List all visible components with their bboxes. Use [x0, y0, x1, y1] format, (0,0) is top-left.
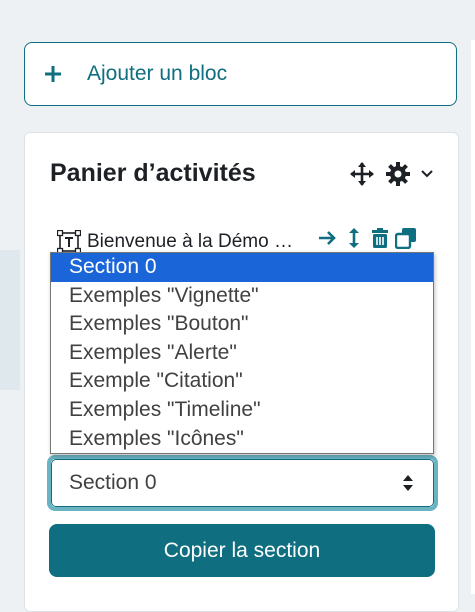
section-option[interactable]: Exemples "Bouton": [51, 310, 433, 339]
background-panel: [0, 250, 20, 390]
add-block-button[interactable]: Ajouter un bloc: [24, 42, 457, 106]
add-block-label: Ajouter un bloc: [87, 62, 228, 85]
block-title: Panier d’activités: [50, 159, 256, 187]
section-option[interactable]: Exemples "Icônes": [51, 425, 433, 454]
activity-label: Bienvenue à la Démo …: [87, 231, 293, 252]
text-activity-icon: [56, 229, 82, 255]
select-arrows-icon: [402, 473, 414, 493]
chevron-down-icon[interactable]: [419, 165, 435, 181]
duplicate-icon[interactable]: [394, 227, 417, 250]
arrow-right-icon[interactable]: [317, 227, 339, 249]
move-icon[interactable]: [349, 161, 375, 187]
background-edge: [471, 40, 475, 594]
move-vertical-icon[interactable]: [343, 227, 365, 249]
section-option[interactable]: Exemples "Vignette": [51, 282, 433, 311]
trash-icon[interactable]: [369, 227, 391, 249]
section-dropdown-list[interactable]: Section 0 Exemples "Vignette" Exemples "…: [50, 252, 434, 454]
copy-section-button[interactable]: Copier la section: [49, 524, 435, 577]
section-option[interactable]: Exemples "Alerte": [51, 339, 433, 368]
plus-icon: [43, 64, 63, 84]
section-select[interactable]: Section 0: [47, 455, 438, 511]
section-option[interactable]: Exemples "Timeline": [51, 396, 433, 425]
section-option[interactable]: Exemple "Citation": [51, 367, 433, 396]
gear-icon[interactable]: [385, 161, 411, 187]
section-option[interactable]: Section 0: [51, 253, 433, 282]
activity-tools: [317, 227, 417, 250]
section-select-value: Section 0: [69, 471, 157, 494]
